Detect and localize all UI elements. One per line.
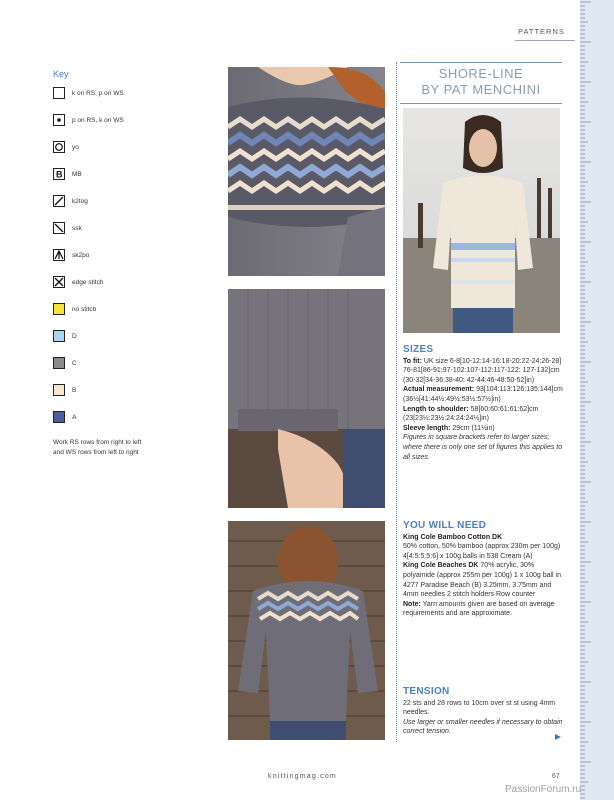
section-tag: PATTERNS xyxy=(518,27,565,36)
measuring-ruler xyxy=(580,0,614,800)
yoke-closeup-photo xyxy=(228,67,385,276)
designer-name: BY PAT MENCHINI xyxy=(421,82,541,97)
key-item: D xyxy=(53,330,77,342)
ruler-ticks xyxy=(580,1,591,799)
key-label: sk2po xyxy=(72,251,90,259)
key-item: C xyxy=(53,357,77,369)
key-label: k on RS, p on WS xyxy=(72,89,124,97)
key-item: B MB xyxy=(53,168,82,180)
materials-heading: YOU WILL NEED xyxy=(403,520,487,531)
color-swatch xyxy=(53,384,65,396)
key-item: k on RS, p on WS xyxy=(53,87,124,99)
key-label: B xyxy=(72,386,77,394)
pattern-name: SHORE-LINE xyxy=(438,66,524,81)
key-item: A xyxy=(53,411,76,423)
back-view-photo xyxy=(228,521,385,740)
key-label: C xyxy=(72,359,77,367)
sizes-note: Figures in square brackets refer to larg… xyxy=(403,434,563,461)
yarn1-desc: 50% cotton, 50% bamboo (approx 230m per … xyxy=(403,543,561,560)
key-item: p on RS, k on WS xyxy=(53,114,124,126)
cross-symbol xyxy=(53,276,65,288)
circle-symbol xyxy=(53,141,65,153)
to-fit: To fit: UK size 6-8[10-12:14-16:18-20:22… xyxy=(403,357,562,384)
tension-section: TENSION 22 sts and 28 rows to 10cm over … xyxy=(403,687,563,737)
tension-heading: TENSION xyxy=(403,686,450,697)
footer-site: knittingmag.com xyxy=(268,773,337,780)
pattern-title: SHORE-LINE BY PAT MENCHINI xyxy=(400,62,562,104)
key-label: no stitch xyxy=(72,305,97,313)
color-swatch xyxy=(53,303,65,315)
key-item: k2tog xyxy=(53,195,88,207)
slash-right-symbol xyxy=(53,195,65,207)
key-label: yo xyxy=(72,143,79,151)
continue-arrow-icon xyxy=(555,734,561,740)
key-note: Work RS rows from right to left and WS r… xyxy=(53,439,142,456)
materials-section: YOU WILL NEED King Cole Bamboo Cotton DK… xyxy=(403,521,563,619)
sleeve-length: Sleeve length: 29cm (11½in) xyxy=(403,424,495,432)
svg-text:B: B xyxy=(56,170,63,180)
dot-symbol xyxy=(53,114,65,126)
key-item: yo xyxy=(53,141,79,153)
key-item: no stitch xyxy=(53,303,96,315)
model-photo xyxy=(403,108,560,333)
key-item: sk2po xyxy=(53,249,89,261)
color-swatch xyxy=(53,357,65,369)
arrow-up-symbol xyxy=(53,249,65,261)
tension-text: 22 sts and 28 rows to 10cm over st st us… xyxy=(403,699,556,717)
sizes-section: SIZES To fit: UK size 6-8[10-12:14-16:18… xyxy=(403,345,563,462)
knit-purl-symbol xyxy=(53,87,65,99)
key-item: ssk xyxy=(53,222,82,234)
key-item: B xyxy=(53,384,76,396)
key-label: D xyxy=(72,332,77,340)
length-to-shoulder: Length to shoulder: 58[60:60:61:61:62]cm… xyxy=(403,405,539,423)
key-label: MB xyxy=(72,170,82,178)
key-item: edge stitch xyxy=(53,276,103,288)
color-swatch xyxy=(53,330,65,342)
key-label: edge stitch xyxy=(72,278,104,286)
sizes-heading: SIZES xyxy=(403,344,434,355)
page-number: 67 xyxy=(552,773,560,780)
column-divider xyxy=(396,62,397,742)
key-title: Key xyxy=(53,69,69,79)
key-label: p on RS, k on WS xyxy=(72,116,124,124)
yarn2: King Cole Beaches DK 70% acrylic, 30% po… xyxy=(403,562,561,599)
tension-note: Use larger or smaller needles if necessa… xyxy=(403,718,563,736)
materials-note: Note: Yarn amounts given are based on av… xyxy=(403,600,555,618)
color-swatch xyxy=(53,411,65,423)
key-label: A xyxy=(72,413,77,421)
yarn1-name: King Cole Bamboo Cotton DK xyxy=(403,533,503,541)
key-label: ssk xyxy=(72,224,82,232)
section-rule xyxy=(515,40,575,41)
actual-measurement: Actual measurement: 93[104:113:126:135:1… xyxy=(403,386,563,403)
key-label: k2tog xyxy=(72,197,88,205)
watermark: PassionForum.ru xyxy=(505,784,582,795)
slash-left-symbol xyxy=(53,222,65,234)
bobble-symbol: B xyxy=(53,168,65,180)
sleeve-cuff-photo xyxy=(228,289,385,508)
